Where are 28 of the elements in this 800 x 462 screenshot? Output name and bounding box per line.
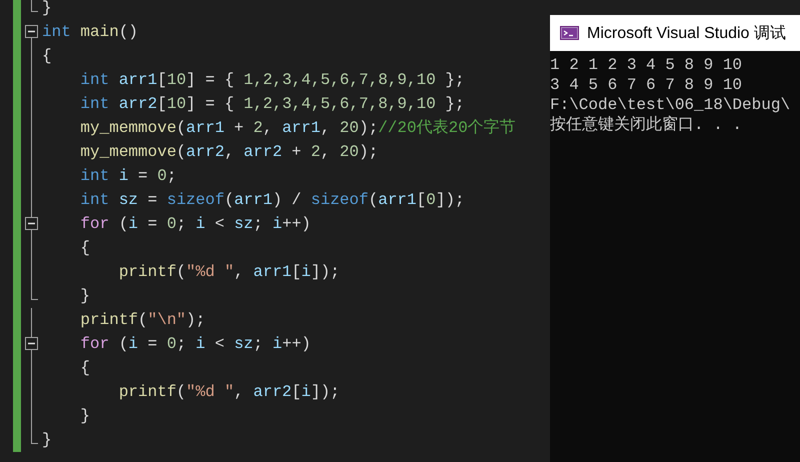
code-line: {	[79, 238, 90, 259]
code-line: printf("%d ", arr1[i]);	[118, 262, 340, 283]
code-line: }	[42, 430, 52, 451]
code-line: printf("\n");	[79, 310, 206, 331]
console-output-line: 按任意键关闭此窗口. . .	[550, 115, 744, 135]
collapse-icon[interactable]	[25, 25, 38, 38]
code-line: {	[79, 358, 90, 379]
code-line: }	[79, 406, 90, 427]
collapse-icon[interactable]	[25, 217, 38, 230]
code-line: {	[42, 46, 52, 67]
code-line: for (i = 0; i < sz; i++)	[79, 334, 311, 355]
console-output-line: 1 2 1 2 3 4 5 8 9 10	[550, 55, 744, 75]
window-title: Microsoft Visual Studio 调试	[587, 24, 786, 44]
code-line: int main()	[42, 22, 138, 43]
code-line: int arr2[10] = { 1,2,3,4,5,6,7,8,9,10 };	[79, 94, 464, 115]
console-output-line: F:\Code\test\06_18\Debug\	[550, 95, 792, 115]
code-line: }	[42, 0, 52, 19]
code-line: printf("%d ", arr2[i]);	[118, 382, 340, 403]
console-app-icon	[560, 26, 579, 40]
code-line: }	[79, 286, 90, 307]
code-line: for (i = 0; i < sz; i++)	[79, 214, 311, 235]
code-line: my_memmove(arr1 + 2, arr1, 20);//20代表20个字节	[79, 118, 516, 139]
code-line: my_memmove(arr2, arr2 + 2, 20);	[79, 142, 378, 163]
console-output-line: 3 4 5 6 7 6 7 8 9 10	[550, 75, 744, 95]
code-line: int sz = sizeof(arr1) / sizeof(arr1[0]);	[79, 190, 465, 211]
code-line: int i = 0;	[79, 166, 176, 187]
code-line: int arr1[10] = { 1,2,3,4,5,6,7,8,9,10 };	[79, 70, 464, 91]
collapse-icon[interactable]	[25, 337, 38, 350]
